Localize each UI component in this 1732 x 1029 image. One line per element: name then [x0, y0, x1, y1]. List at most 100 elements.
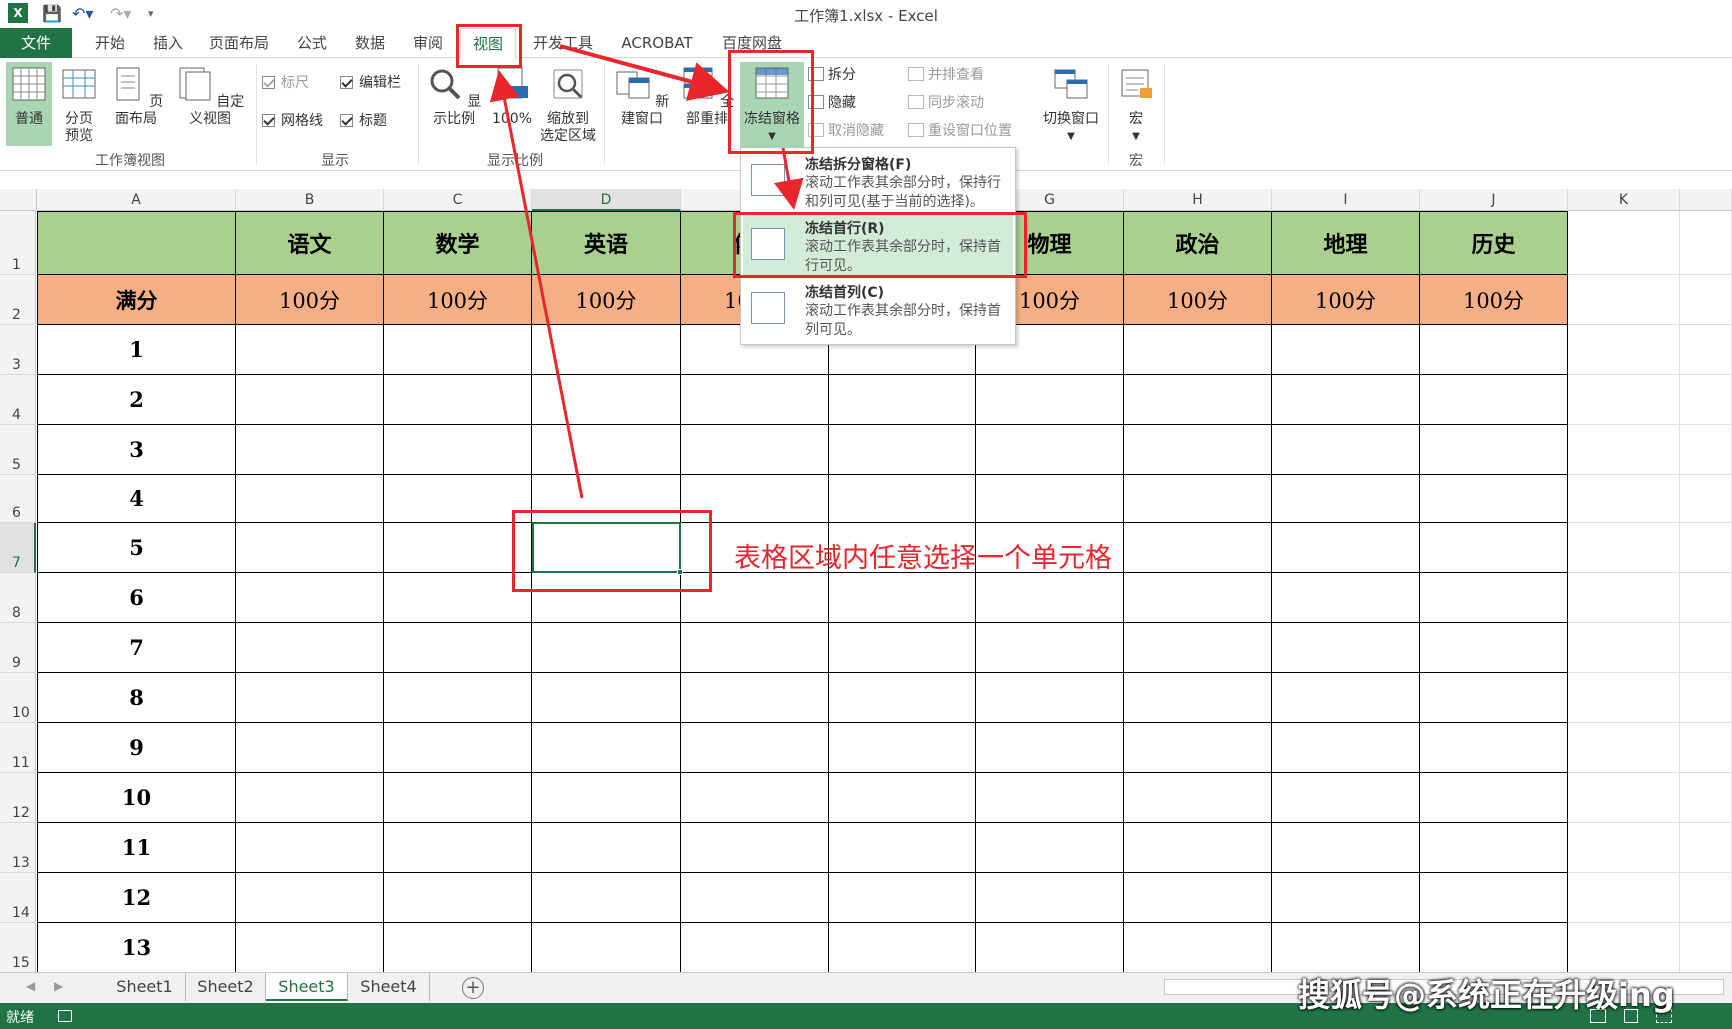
cell-f14[interactable]: [829, 873, 976, 923]
cell-f9[interactable]: [829, 623, 976, 673]
scroll-right-icon[interactable]: ▶: [54, 979, 63, 993]
cell-a2[interactable]: 满分: [37, 275, 236, 325]
cell-h3[interactable]: [1124, 325, 1272, 375]
ruler-checkbox[interactable]: 标尺: [262, 72, 309, 94]
cell-i7[interactable]: [1272, 523, 1420, 573]
cell-i13[interactable]: [1272, 823, 1420, 873]
cell-b6[interactable]: [236, 475, 384, 523]
cell-g9[interactable]: [976, 623, 1124, 673]
cell-f13[interactable]: [829, 823, 976, 873]
cell-b4[interactable]: [236, 375, 384, 425]
cell-h13[interactable]: [1124, 823, 1272, 873]
cell-h15[interactable]: [1124, 923, 1272, 972]
macro-record-icon[interactable]: [58, 1010, 72, 1022]
cell-c15[interactable]: [384, 923, 532, 972]
cell-j2[interactable]: 100分: [1420, 275, 1568, 325]
cell-c7[interactable]: [384, 523, 532, 573]
row-header-2[interactable]: 2: [0, 275, 36, 325]
cell-h6[interactable]: [1124, 475, 1272, 523]
cell-c14[interactable]: [384, 873, 532, 923]
cell-e9[interactable]: [681, 623, 829, 673]
column-header-a[interactable]: A: [37, 189, 236, 211]
cell-a11[interactable]: 9: [37, 723, 236, 773]
cell-f15[interactable]: [829, 923, 976, 972]
hide-button[interactable]: 隐藏: [808, 92, 856, 114]
cell-a12[interactable]: 10: [37, 773, 236, 823]
cell-b13[interactable]: [236, 823, 384, 873]
column-header-k[interactable]: K: [1568, 189, 1680, 211]
cell-c6[interactable]: [384, 475, 532, 523]
tab-acrobat[interactable]: ACROBAT: [612, 28, 702, 58]
cell-b9[interactable]: [236, 623, 384, 673]
cell-a6[interactable]: 4: [37, 475, 236, 523]
cell-d5[interactable]: [532, 425, 681, 475]
cell-b7[interactable]: [236, 523, 384, 573]
sheet-tab-4[interactable]: Sheet4: [348, 973, 430, 1001]
cell-j14[interactable]: [1420, 873, 1568, 923]
new-sheet-button[interactable]: +: [462, 977, 484, 999]
row-header-4[interactable]: 4: [0, 375, 36, 425]
macros-button[interactable]: 宏 ▼: [1112, 62, 1160, 145]
cell-g10[interactable]: [976, 673, 1124, 723]
tab-developer[interactable]: 开发工具: [526, 28, 600, 58]
cell-g5[interactable]: [976, 425, 1124, 475]
cell-d12[interactable]: [532, 773, 681, 823]
column-header-d[interactable]: D: [532, 189, 681, 211]
cell-b12[interactable]: [236, 773, 384, 823]
switch-windows-button[interactable]: 切换窗口 ▼: [1034, 62, 1108, 145]
cell-j7[interactable]: [1420, 523, 1568, 573]
cell-e14[interactable]: [681, 873, 829, 923]
cell-i12[interactable]: [1272, 773, 1420, 823]
cell-c12[interactable]: [384, 773, 532, 823]
cell-b2[interactable]: 100分: [236, 275, 384, 325]
cell-d14[interactable]: [532, 873, 681, 923]
tab-page-layout[interactable]: 页面布局: [200, 28, 278, 58]
row-header-10[interactable]: 10: [0, 673, 36, 723]
cell-j13[interactable]: [1420, 823, 1568, 873]
cell-i3[interactable]: [1272, 325, 1420, 375]
cell-e15[interactable]: [681, 923, 829, 972]
cell-a4[interactable]: 2: [37, 375, 236, 425]
cell-c3[interactable]: [384, 325, 532, 375]
cell-g11[interactable]: [976, 723, 1124, 773]
row-header-12[interactable]: 12: [0, 773, 36, 823]
cell-c11[interactable]: [384, 723, 532, 773]
cell-b14[interactable]: [236, 873, 384, 923]
cell-a5[interactable]: 3: [37, 425, 236, 475]
cell-d9[interactable]: [532, 623, 681, 673]
cell-i5[interactable]: [1272, 425, 1420, 475]
cell-e10[interactable]: [681, 673, 829, 723]
column-header-h[interactable]: H: [1124, 189, 1272, 211]
cell-h14[interactable]: [1124, 873, 1272, 923]
zoom-100-button[interactable]: 100%: [490, 62, 534, 128]
cell-a8[interactable]: 6: [37, 573, 236, 623]
row-header-11[interactable]: 11: [0, 723, 36, 773]
view-side-by-side-button[interactable]: 并排查看: [908, 64, 984, 86]
cell-i11[interactable]: [1272, 723, 1420, 773]
row-header-13[interactable]: 13: [0, 823, 36, 873]
scroll-left-icon[interactable]: ◀: [26, 979, 35, 993]
select-all-corner[interactable]: [0, 189, 37, 211]
cell-d15[interactable]: [532, 923, 681, 972]
cell-d1[interactable]: 英语: [532, 211, 681, 275]
cell-a15[interactable]: 13: [37, 923, 236, 972]
cell-h11[interactable]: [1124, 723, 1272, 773]
cell-h7[interactable]: [1124, 523, 1272, 573]
freeze-first-column-menu-item[interactable]: 冻结首列(C) 滚动工作表其余部分时，保持首列可见。: [743, 278, 1013, 341]
cell-d13[interactable]: [532, 823, 681, 873]
cell-b5[interactable]: [236, 425, 384, 475]
cell-b1[interactable]: 语文: [236, 211, 384, 275]
tab-home[interactable]: 开始: [84, 28, 136, 58]
tab-data[interactable]: 数据: [344, 28, 396, 58]
cell-c1[interactable]: 数学: [384, 211, 532, 275]
row-header-5[interactable]: 5: [0, 425, 36, 475]
cell-j9[interactable]: [1420, 623, 1568, 673]
cell-j5[interactable]: [1420, 425, 1568, 475]
row-header-15[interactable]: 15: [0, 923, 36, 972]
cell-i14[interactable]: [1272, 873, 1420, 923]
cell-f12[interactable]: [829, 773, 976, 823]
cell-g6[interactable]: [976, 475, 1124, 523]
cell-j3[interactable]: [1420, 325, 1568, 375]
cell-h4[interactable]: [1124, 375, 1272, 425]
sheet-tab-1[interactable]: Sheet1: [104, 973, 186, 1001]
